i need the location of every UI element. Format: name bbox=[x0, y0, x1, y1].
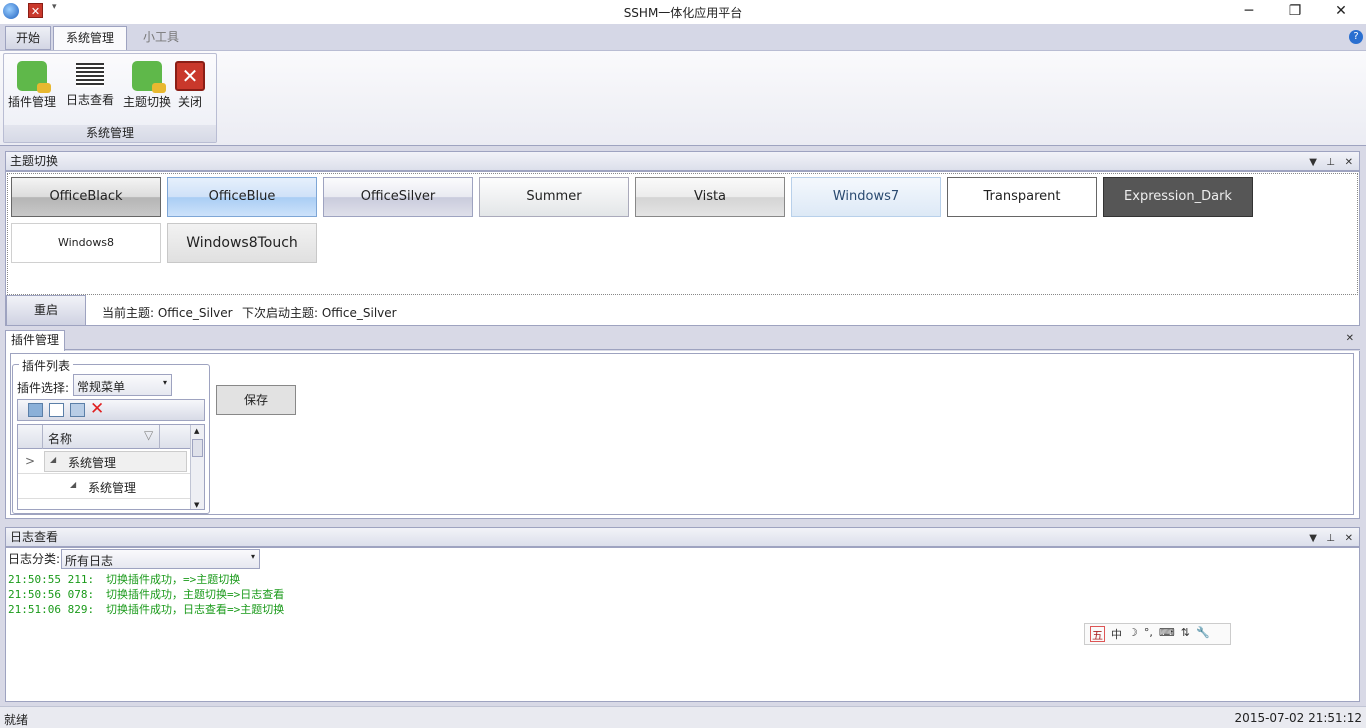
theme-panel-title: 主题切换 bbox=[10, 154, 59, 168]
close-label: 关闭 bbox=[177, 95, 202, 109]
expand-icon[interactable]: ◢ bbox=[70, 480, 76, 489]
row-name: 系统管理 bbox=[88, 481, 137, 495]
column-name-header[interactable]: 名称 bbox=[48, 430, 72, 447]
grid-header: 名称 ▽ bbox=[18, 425, 190, 449]
restart-button[interactable]: 重启 bbox=[6, 295, 86, 326]
theme-panel: OfficeBlack OfficeBlue OfficeSilver Summer V… bbox=[5, 171, 1360, 326]
log-panel: 日志分类: 所有日志 ▾ 21:50:55 211: 切换插件成功，=>主题切换 2… bbox=[5, 547, 1360, 702]
ime-halfwidth-icon[interactable]: ☽ bbox=[1128, 626, 1138, 642]
plugin-select-value: 常规菜单 bbox=[77, 380, 126, 394]
grid-scrollbar[interactable]: ▲ ▼ bbox=[190, 425, 204, 509]
log-panel-header: 日志查看 ▼ ⊥ ✕ bbox=[5, 527, 1360, 547]
grid-toolbar: ✕ bbox=[17, 399, 205, 421]
ime-keyboard-icon[interactable]: ⌨ bbox=[1159, 626, 1175, 642]
log-view-label: 日志查看 bbox=[65, 93, 114, 107]
close-button[interactable]: ✕ bbox=[1318, 0, 1364, 24]
dropdown-icon[interactable]: ▼ bbox=[1309, 530, 1317, 548]
theme-button-windows8[interactable]: Windows8 bbox=[11, 223, 161, 263]
add-child-icon[interactable] bbox=[49, 403, 64, 417]
status-datetime: 2015-07-02 21:51:12 bbox=[1234, 711, 1362, 725]
ime-toolbar[interactable]: 五 中 ☽ °, ⌨ ⇅ 🔧 bbox=[1084, 623, 1231, 645]
dropdown-icon[interactable]: ▼ bbox=[1309, 154, 1317, 172]
close-x-icon: ✕ bbox=[175, 61, 205, 91]
filter-icon[interactable]: ▽ bbox=[144, 428, 153, 442]
plugin-panel-tabs: 插件管理 ✕ bbox=[5, 330, 1360, 351]
log-entry: 21:51:06 829: 切换插件成功，日志查看=>主题切换 bbox=[8, 603, 285, 616]
theme-button-vista[interactable]: Vista bbox=[635, 177, 785, 217]
help-icon[interactable]: ? bbox=[1349, 30, 1363, 44]
ribbon-group-label: 系统管理 bbox=[4, 125, 216, 142]
log-filter-select[interactable]: 所有日志 ▾ bbox=[61, 549, 260, 569]
puzzle-key-icon bbox=[132, 61, 166, 93]
edit-row-icon[interactable] bbox=[70, 403, 85, 417]
pin-icon[interactable]: ⊥ bbox=[1326, 530, 1335, 548]
plugin-panel: 插件列表 插件选择: 常规菜单 ▾ ✕ 名称 ▽ > ◢ 系统管理 ◢ 系统管理… bbox=[5, 351, 1360, 519]
theme-button-transparent[interactable]: Transparent bbox=[947, 177, 1097, 217]
plugin-grid: 名称 ▽ > ◢ 系统管理 ◢ 系统管理 ▲ ▼ bbox=[17, 424, 205, 510]
puzzle-key-icon bbox=[17, 61, 51, 93]
status-text: 就绪 bbox=[4, 713, 29, 727]
log-view-button[interactable]: 日志查看 bbox=[64, 58, 116, 110]
log-panel-title: 日志查看 bbox=[10, 530, 59, 544]
log-entry: 21:50:56 078: 切换插件成功，主题切换=>日志查看 bbox=[8, 588, 285, 601]
ime-wubi-icon[interactable]: 五 bbox=[1090, 626, 1105, 642]
tab-plugin-management[interactable]: 插件管理 bbox=[5, 330, 66, 351]
table-row[interactable]: > ◢ 系统管理 bbox=[18, 450, 190, 474]
theme-panel-header: 主题切换 ▼ ⊥ ✕ bbox=[5, 151, 1360, 171]
log-entry: 21:50:55 211: 切换插件成功，=>主题切换 bbox=[8, 573, 241, 586]
theme-button-windows7[interactable]: Windows7 bbox=[791, 177, 941, 217]
row-name: 系统管理 bbox=[68, 456, 117, 470]
add-row-icon[interactable] bbox=[28, 403, 43, 417]
ime-punct-icon[interactable]: °, bbox=[1144, 626, 1153, 642]
theme-button-summer[interactable]: Summer bbox=[479, 177, 629, 217]
theme-button-officeblue[interactable]: OfficeBlue bbox=[167, 177, 317, 217]
current-row-icon: > bbox=[25, 454, 36, 468]
delete-icon[interactable]: ✕ bbox=[90, 399, 104, 419]
ribbon-group-system: 插件管理 日志查看 主题切换 ✕ 关闭 系统管理 bbox=[3, 53, 217, 143]
lines-icon bbox=[76, 63, 104, 87]
expand-icon[interactable]: ◢ bbox=[50, 455, 56, 464]
log-filter-label: 日志分类: bbox=[8, 552, 61, 566]
plugin-select[interactable]: 常规菜单 ▾ bbox=[73, 374, 172, 396]
tab-system-management[interactable]: 系统管理 bbox=[53, 26, 128, 51]
ime-switch-icon[interactable]: ⇅ bbox=[1181, 626, 1190, 642]
ribbon-tabs: 开始 系统管理 小工具 ? bbox=[0, 24, 1366, 51]
log-filter-value: 所有日志 bbox=[65, 554, 114, 568]
next-theme-text: 下次启动主题: Office_Silver bbox=[242, 306, 397, 320]
restore-button[interactable]: ❐ bbox=[1272, 0, 1318, 24]
ribbon: 插件管理 日志查看 主题切换 ✕ 关闭 系统管理 bbox=[0, 50, 1366, 146]
plugin-select-label: 插件选择: bbox=[17, 381, 70, 395]
ime-settings-icon[interactable]: 🔧 bbox=[1196, 626, 1210, 642]
close-icon[interactable]: ✕ bbox=[1346, 333, 1354, 344]
current-theme-text: 当前主题: Office_Silver bbox=[102, 306, 233, 320]
theme-button-area: OfficeBlack OfficeBlue OfficeSilver Summer V… bbox=[7, 173, 1358, 295]
theme-switch-label: 主题切换 bbox=[122, 95, 171, 109]
save-button[interactable]: 保存 bbox=[216, 385, 296, 415]
title-bar: ✕ ▾ SSHM一体化应用平台 ─ ❐ ✕ bbox=[0, 0, 1366, 24]
table-row[interactable]: ◢ 系统管理 bbox=[18, 475, 190, 499]
close-icon[interactable]: ✕ bbox=[1345, 154, 1353, 172]
window-title: SSHM一体化应用平台 bbox=[623, 6, 743, 20]
tab-start[interactable]: 开始 bbox=[5, 26, 52, 50]
plugin-list-group: 插件列表 插件选择: 常规菜单 ▾ ✕ 名称 ▽ > ◢ 系统管理 ◢ 系统管理… bbox=[12, 357, 210, 514]
theme-button-officeblack[interactable]: OfficeBlack bbox=[11, 177, 161, 217]
plugin-list-title: 插件列表 bbox=[19, 357, 74, 374]
theme-button-officesilver[interactable]: OfficeSilver bbox=[323, 177, 473, 217]
close-ribbon-button[interactable]: ✕ 关闭 bbox=[170, 58, 210, 110]
pin-icon[interactable]: ⊥ bbox=[1326, 154, 1335, 172]
tab-tools[interactable]: 小工具 bbox=[133, 26, 189, 50]
plugin-management-label: 插件管理 bbox=[7, 95, 56, 109]
minimize-button[interactable]: ─ bbox=[1226, 0, 1272, 24]
close-icon[interactable]: ✕ bbox=[1345, 530, 1353, 548]
status-bar: 就绪 2015-07-02 21:51:12 bbox=[0, 706, 1366, 728]
ime-chinese-icon[interactable]: 中 bbox=[1111, 626, 1122, 642]
theme-button-windows8touch[interactable]: Windows8Touch bbox=[167, 223, 317, 263]
log-list: 21:50:55 211: 切换插件成功，=>主题切换 21:50:56 078:… bbox=[8, 572, 284, 617]
theme-switch-button[interactable]: 主题切换 bbox=[121, 58, 173, 110]
theme-button-expression-dark[interactable]: Expression_Dark bbox=[1103, 177, 1253, 217]
plugin-management-button[interactable]: 插件管理 bbox=[6, 58, 58, 110]
